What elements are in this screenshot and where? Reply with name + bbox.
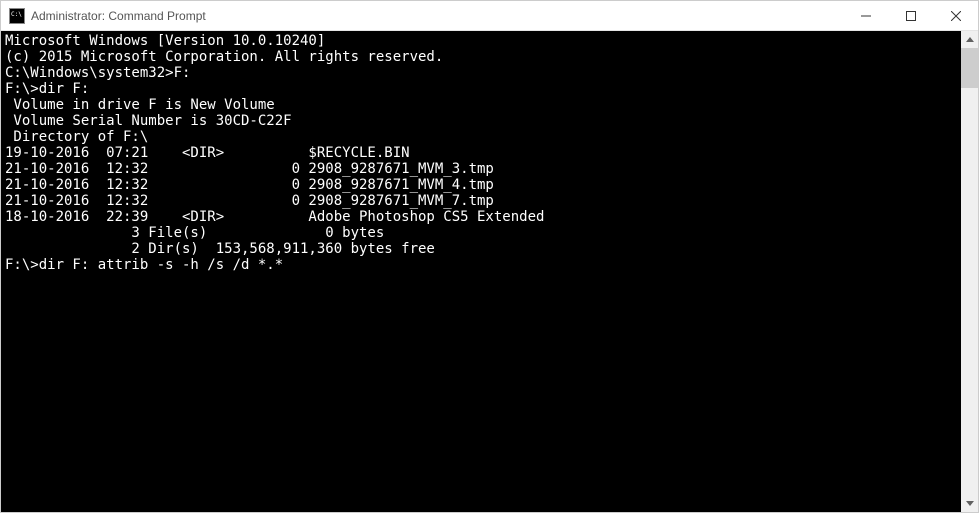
terminal-line: F:\>dir F: attrib -s -h /s /d *.* [5,257,957,273]
terminal-line: F:\>dir F: [5,81,957,97]
terminal-line: 19-10-2016 07:21 <DIR> $RECYCLE.BIN [5,145,957,161]
titlebar[interactable]: Administrator: Command Prompt [1,1,978,31]
minimize-button[interactable] [843,1,888,30]
terminal-line: Microsoft Windows [Version 10.0.10240] [5,33,957,49]
terminal-line: (c) 2015 Microsoft Corporation. All righ… [5,49,957,65]
terminal-line: 21-10-2016 12:32 0 2908_9287671_MVM_3.tm… [5,161,957,177]
command-prompt-window: Administrator: Command Prompt Microsoft … [0,0,979,513]
cmd-icon [9,8,25,24]
terminal-line: C:\Windows\system32>F: [5,65,957,81]
scroll-down-button[interactable] [961,495,978,512]
terminal-line: Volume in drive F is New Volume [5,97,957,113]
terminal-line: 21-10-2016 12:32 0 2908_9287671_MVM_4.tm… [5,177,957,193]
terminal-line: Directory of F:\ [5,129,957,145]
terminal-line: 21-10-2016 12:32 0 2908_9287671_MVM_7.tm… [5,193,957,209]
terminal-area: Microsoft Windows [Version 10.0.10240](c… [1,31,978,512]
terminal-line: Volume Serial Number is 30CD-C22F [5,113,957,129]
scroll-thumb[interactable] [961,48,978,88]
terminal-line: 3 File(s) 0 bytes [5,225,957,241]
scroll-up-button[interactable] [961,31,978,48]
scrollbar[interactable] [961,31,978,512]
window-title: Administrator: Command Prompt [31,9,206,23]
terminal-output[interactable]: Microsoft Windows [Version 10.0.10240](c… [1,31,961,512]
close-button[interactable] [933,1,978,30]
terminal-line: 2 Dir(s) 153,568,911,360 bytes free [5,241,957,257]
terminal-line: 18-10-2016 22:39 <DIR> Adobe Photoshop C… [5,209,957,225]
maximize-button[interactable] [888,1,933,30]
